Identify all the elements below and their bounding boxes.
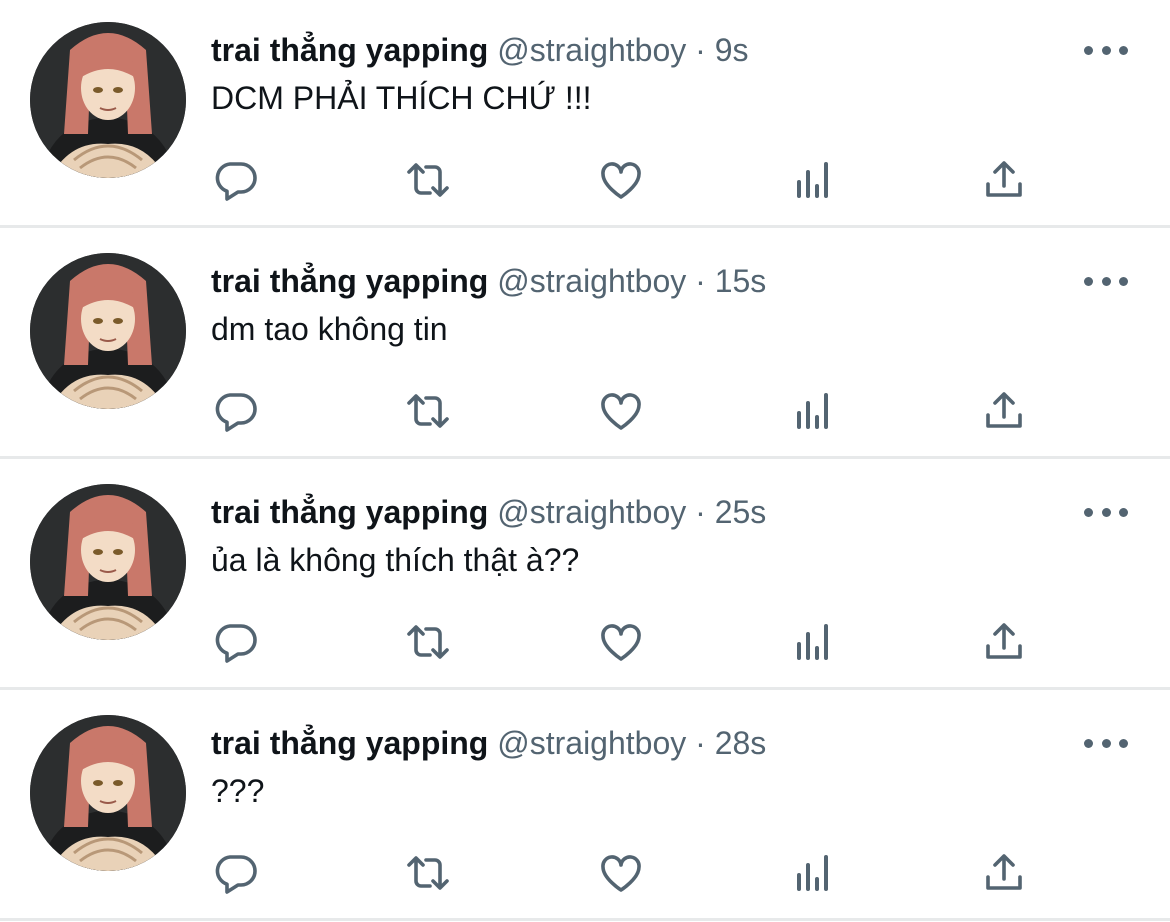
separator-dot: · bbox=[695, 494, 706, 530]
tweet-text: ??? bbox=[211, 773, 265, 809]
heart-icon bbox=[601, 855, 641, 892]
separator-dot: · bbox=[695, 725, 706, 761]
share-upload-icon bbox=[986, 392, 1022, 428]
share-upload-icon bbox=[986, 161, 1022, 197]
tweet-feed: trai thẳng yapping @straightboy · 9s DCM… bbox=[0, 0, 1170, 922]
tweet[interactable]: trai thẳng yapping @straightboy · 28s ??… bbox=[0, 693, 1170, 921]
share-button[interactable] bbox=[978, 154, 1030, 206]
username-handle[interactable]: @straightboy bbox=[497, 263, 686, 299]
display-name[interactable]: trai thẳng yapping bbox=[211, 32, 488, 68]
reply-icon bbox=[215, 624, 257, 663]
separator-dot: · bbox=[695, 32, 706, 68]
views-bar-chart-icon bbox=[797, 855, 828, 891]
avatar-image bbox=[30, 253, 186, 409]
reply-icon bbox=[215, 162, 257, 201]
display-name[interactable]: trai thẳng yapping bbox=[211, 494, 488, 530]
more-horizontal-icon[interactable] bbox=[1084, 727, 1128, 759]
timestamp[interactable]: 15s bbox=[715, 263, 767, 299]
username-handle[interactable]: @straightboy bbox=[497, 725, 686, 761]
avatar[interactable] bbox=[30, 22, 186, 178]
reply-icon bbox=[215, 393, 257, 432]
retweet-button[interactable] bbox=[402, 385, 454, 437]
reply-button[interactable] bbox=[210, 154, 262, 206]
tweet-text: ủa là không thích thật à?? bbox=[211, 542, 580, 578]
tweet[interactable]: trai thẳng yapping @straightboy · 25s ủa… bbox=[0, 462, 1170, 690]
avatar[interactable] bbox=[30, 484, 186, 640]
retweet-button[interactable] bbox=[402, 154, 454, 206]
views-button[interactable] bbox=[787, 154, 839, 206]
views-button[interactable] bbox=[787, 847, 839, 899]
display-name[interactable]: trai thẳng yapping bbox=[211, 725, 488, 761]
timestamp[interactable]: 25s bbox=[715, 494, 767, 530]
avatar[interactable] bbox=[30, 253, 186, 409]
like-button[interactable] bbox=[595, 847, 647, 899]
retweet-icon bbox=[407, 625, 449, 659]
avatar-image bbox=[30, 715, 186, 871]
views-button[interactable] bbox=[787, 616, 839, 668]
username-handle[interactable]: @straightboy bbox=[497, 494, 686, 530]
reply-icon bbox=[215, 855, 257, 894]
tweet-header: trai thẳng yapping @straightboy · 15s bbox=[211, 261, 766, 301]
share-button[interactable] bbox=[978, 616, 1030, 668]
tweet-text: DCM PHẢI THÍCH CHỨ !!! bbox=[211, 80, 592, 116]
reply-button[interactable] bbox=[210, 616, 262, 668]
avatar-image bbox=[30, 22, 186, 178]
like-button[interactable] bbox=[595, 385, 647, 437]
views-button[interactable] bbox=[787, 385, 839, 437]
retweet-icon bbox=[407, 394, 449, 428]
retweet-button[interactable] bbox=[402, 847, 454, 899]
more-horizontal-icon[interactable] bbox=[1084, 265, 1128, 297]
tweet-header: trai thẳng yapping @straightboy · 28s bbox=[211, 723, 766, 763]
avatar[interactable] bbox=[30, 715, 186, 871]
views-bar-chart-icon bbox=[797, 624, 828, 660]
retweet-icon bbox=[407, 856, 449, 890]
reply-button[interactable] bbox=[210, 385, 262, 437]
tweet[interactable]: trai thẳng yapping @straightboy · 15s dm… bbox=[0, 231, 1170, 459]
tweet-header: trai thẳng yapping @straightboy · 25s bbox=[211, 492, 766, 532]
timestamp[interactable]: 9s bbox=[715, 32, 749, 68]
tweet-text: dm tao không tin bbox=[211, 311, 448, 347]
reply-button[interactable] bbox=[210, 847, 262, 899]
avatar-image bbox=[30, 484, 186, 640]
more-horizontal-icon[interactable] bbox=[1084, 496, 1128, 528]
like-button[interactable] bbox=[595, 616, 647, 668]
more-horizontal-icon[interactable] bbox=[1084, 34, 1128, 66]
like-button[interactable] bbox=[595, 154, 647, 206]
tweet-header: trai thẳng yapping @straightboy · 9s bbox=[211, 30, 748, 70]
heart-icon bbox=[601, 624, 641, 661]
tweet[interactable]: trai thẳng yapping @straightboy · 9s DCM… bbox=[0, 0, 1170, 228]
retweet-icon bbox=[407, 163, 449, 197]
display-name[interactable]: trai thẳng yapping bbox=[211, 263, 488, 299]
timestamp[interactable]: 28s bbox=[715, 725, 767, 761]
views-bar-chart-icon bbox=[797, 162, 828, 198]
share-upload-icon bbox=[986, 623, 1022, 659]
views-bar-chart-icon bbox=[797, 393, 828, 429]
share-upload-icon bbox=[986, 854, 1022, 890]
share-button[interactable] bbox=[978, 847, 1030, 899]
retweet-button[interactable] bbox=[402, 616, 454, 668]
heart-icon bbox=[601, 162, 641, 199]
share-button[interactable] bbox=[978, 385, 1030, 437]
separator-dot: · bbox=[695, 263, 706, 299]
username-handle[interactable]: @straightboy bbox=[497, 32, 686, 68]
heart-icon bbox=[601, 393, 641, 430]
